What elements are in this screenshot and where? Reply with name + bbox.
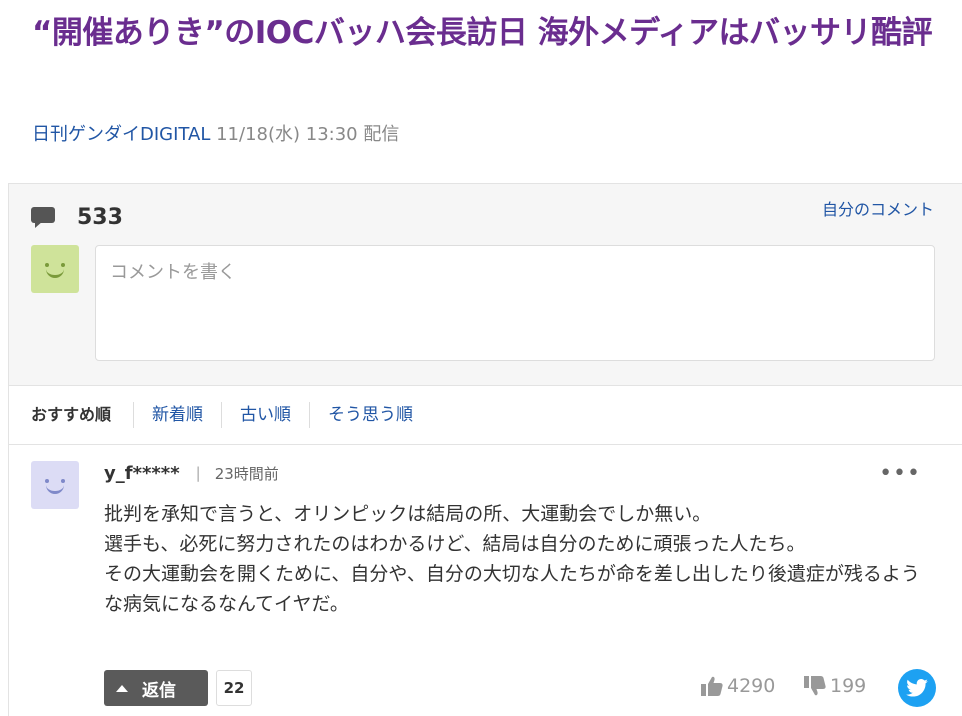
avatar-eye-left xyxy=(45,263,49,267)
caret-up-icon xyxy=(116,684,128,692)
my-comments-link[interactable]: 自分のコメント xyxy=(822,196,934,220)
reply-count[interactable]: 22 xyxy=(216,670,252,706)
sort-tabs: おすすめ順 新着順 古い順 そう思う順 xyxy=(9,385,962,445)
avatar-mouth xyxy=(46,484,64,494)
comment-input[interactable]: コメントを書く xyxy=(95,245,935,361)
comment-username[interactable]: y_f***** xyxy=(104,463,180,484)
comment-time: 23時間前 xyxy=(214,464,279,483)
speech-bubble-icon xyxy=(31,207,57,228)
disagree-count: 199 xyxy=(830,675,867,697)
reply-label: 返信 xyxy=(142,680,176,701)
my-avatar xyxy=(31,245,79,293)
comment-count-row: 533 xyxy=(31,202,123,232)
sort-tab-agree[interactable]: そう思う順 xyxy=(309,402,431,428)
agree-button[interactable]: 4290 xyxy=(701,675,775,697)
twitter-icon xyxy=(906,679,928,697)
comment-line: その大運動会を開くために、自分や、自分の大切な人たちが命を差し出したり後遺症が残… xyxy=(104,563,920,615)
comment-line: 選手も、必死に努力されたのはわかるけど、結局は自分のために頑張った人たち。 xyxy=(104,533,806,555)
comments-section: 533 自分のコメント コメントを書く おすすめ順 新着順 古い順 そう思う順 … xyxy=(8,183,962,716)
article-byline: 日刊ゲンダイDIGITAL 11/18(水) 13:30 配信 xyxy=(32,122,399,148)
avatar-eye-right xyxy=(61,263,65,267)
thumbs-up-icon xyxy=(701,676,723,696)
comment-line: 批判を承知で言うと、オリンピックは結局の所、大運動会でしか無い。 xyxy=(104,503,712,525)
comment-item: y_f***** | 23時間前 ••• 批判を承知で言うと、オリンピックは結局… xyxy=(9,445,962,716)
twitter-share-button[interactable] xyxy=(898,669,936,707)
reply-button[interactable]: 返信 xyxy=(104,670,208,706)
sort-tab-recommended[interactable]: おすすめ順 xyxy=(31,402,133,428)
avatar-eye-left xyxy=(45,479,49,483)
thumbs-down-icon xyxy=(804,676,826,696)
meta-separator: | xyxy=(195,464,201,482)
comment-count: 533 xyxy=(77,204,123,230)
article-title: “開催ありき”のIOCバッハ会長訪日 海外メディアはバッサリ酷評 xyxy=(32,15,933,51)
more-dots-icon[interactable]: ••• xyxy=(879,461,921,486)
comment-meta: y_f***** | 23時間前 xyxy=(104,461,279,485)
article-posted-label: 配信 xyxy=(363,124,400,145)
sort-tab-newest[interactable]: 新着順 xyxy=(133,402,221,428)
agree-count: 4290 xyxy=(727,675,776,697)
user-avatar[interactable] xyxy=(31,461,79,509)
article-date: 11/18(水) 13:30 xyxy=(216,124,358,145)
avatar-mouth xyxy=(46,268,64,278)
article-header: “開催ありき”のIOCバッハ会長訪日 海外メディアはバッサリ酷評 日刊ゲンダイD… xyxy=(0,0,962,183)
disagree-button[interactable]: 199 xyxy=(804,675,866,697)
sort-tab-oldest[interactable]: 古い順 xyxy=(221,402,309,428)
article-source-link[interactable]: 日刊ゲンダイDIGITAL xyxy=(32,124,210,145)
avatar-eye-right xyxy=(61,479,65,483)
comment-body: 批判を承知で言うと、オリンピックは結局の所、大運動会でしか無い。 選手も、必死に… xyxy=(104,499,934,619)
